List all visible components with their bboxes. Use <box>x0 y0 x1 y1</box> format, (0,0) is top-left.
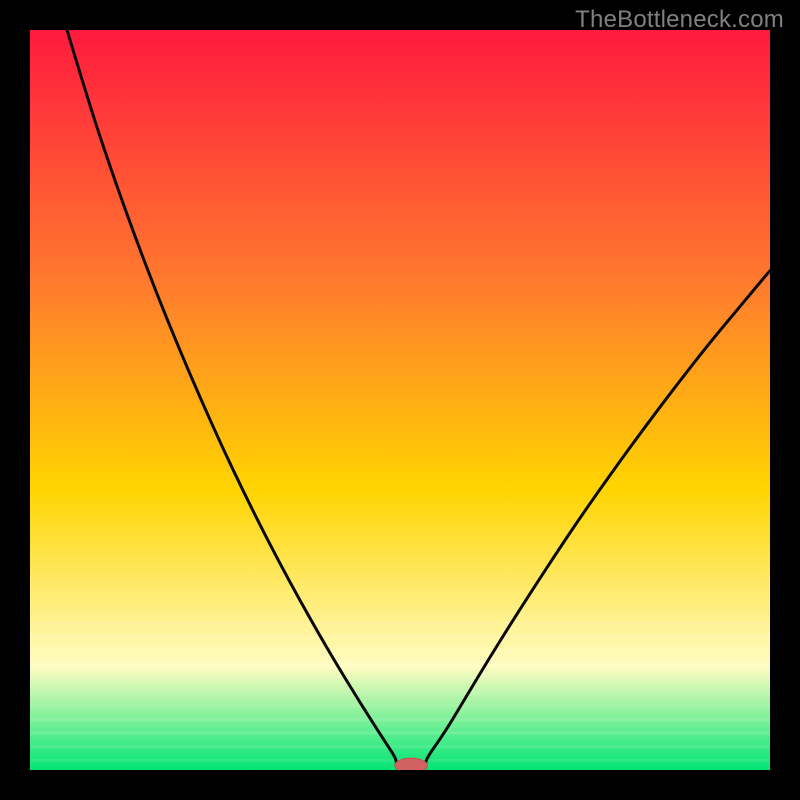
accent-band <box>30 622 770 625</box>
gradient-background <box>30 30 770 770</box>
accent-band <box>30 636 770 639</box>
chart-frame: TheBottleneck.com <box>0 0 800 800</box>
accent-band <box>30 663 770 666</box>
chart-svg <box>30 30 770 770</box>
accent-band <box>30 691 770 694</box>
bottleneck-marker <box>395 758 428 770</box>
accent-band <box>30 704 770 707</box>
accent-band <box>30 718 770 721</box>
chart-plot-area <box>30 30 770 770</box>
accent-band <box>30 745 770 748</box>
accent-band <box>30 649 770 652</box>
accent-band <box>30 732 770 735</box>
accent-band <box>30 677 770 680</box>
